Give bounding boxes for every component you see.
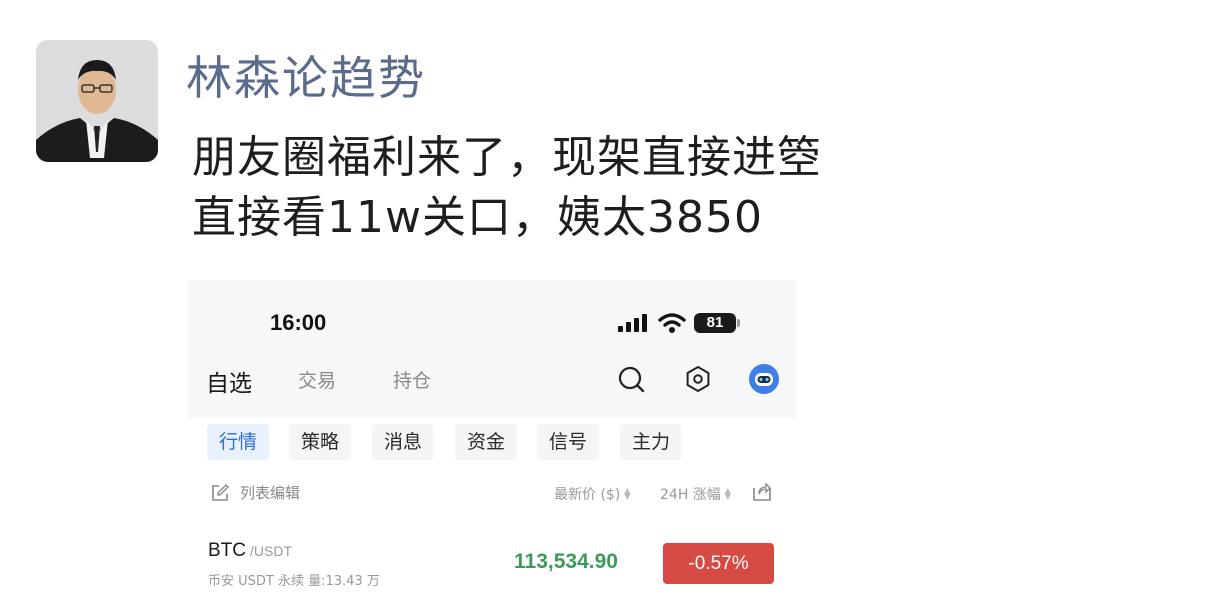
row-pair: /USDT xyxy=(250,543,292,559)
post-text: 朋友圈福利来了，现架直接进箜 直接看11w关口，姨太3850 xyxy=(192,128,822,248)
share-icon[interactable] xyxy=(752,482,772,502)
wifi-icon xyxy=(658,313,686,333)
sort-icon: ▲ ▼ xyxy=(624,486,631,501)
sort-icon: ▲ ▼ xyxy=(724,486,731,501)
cellular-signal-icon xyxy=(618,314,647,332)
change-column-header[interactable]: 24H 涨幅 ▲ ▼ xyxy=(660,484,731,504)
battery-icon: 81 xyxy=(694,313,740,333)
tab-watchlist[interactable]: 自选 xyxy=(206,364,252,398)
status-time: 16:00 xyxy=(270,310,327,335)
tab-positions[interactable]: 持仓 xyxy=(393,366,431,393)
robot-assistant-icon[interactable] xyxy=(749,364,779,394)
hexagon-settings-icon[interactable] xyxy=(683,364,713,394)
avatar-photo xyxy=(36,40,158,162)
row-symbol: BTC/USDT xyxy=(208,540,292,561)
avatar[interactable] xyxy=(36,40,158,162)
row-change-badge[interactable]: -0.57% xyxy=(663,543,774,584)
app-header-area xyxy=(188,280,796,418)
post-line-1: 朋友圈福利来了，现架直接进箜 xyxy=(192,132,822,183)
price-column-header[interactable]: 最新价 ($) ▲ ▼ xyxy=(554,484,630,504)
post-line-2: 直接看11w关口，姨太3850 xyxy=(192,192,763,243)
row-price: 113,534.90 xyxy=(514,550,618,573)
subtab-funds[interactable]: 资金 xyxy=(455,424,518,460)
list-edit-label: 列表编辑 xyxy=(240,484,301,502)
attached-screenshot[interactable]: 16:00 81 自选 交易 持仓 行情 策略 消息 资金 信号 主力 列表编辑… xyxy=(188,280,796,605)
subtab-signals[interactable]: 信号 xyxy=(537,424,600,460)
author-name[interactable]: 林森论趋势 xyxy=(186,48,426,108)
search-icon[interactable] xyxy=(616,364,646,394)
subtab-main-force[interactable]: 主力 xyxy=(620,424,683,460)
list-edit-button[interactable]: 列表编辑 xyxy=(210,482,300,503)
subtab-market[interactable]: 行情 xyxy=(207,424,270,460)
tab-trade[interactable]: 交易 xyxy=(298,366,336,393)
subtab-strategy[interactable]: 策略 xyxy=(289,424,352,460)
battery-level: 81 xyxy=(694,313,736,333)
row-subtitle: 币安 USDT 永续 量:13.43 万 xyxy=(208,574,380,589)
subtab-news[interactable]: 消息 xyxy=(372,424,435,460)
edit-icon xyxy=(212,483,229,501)
